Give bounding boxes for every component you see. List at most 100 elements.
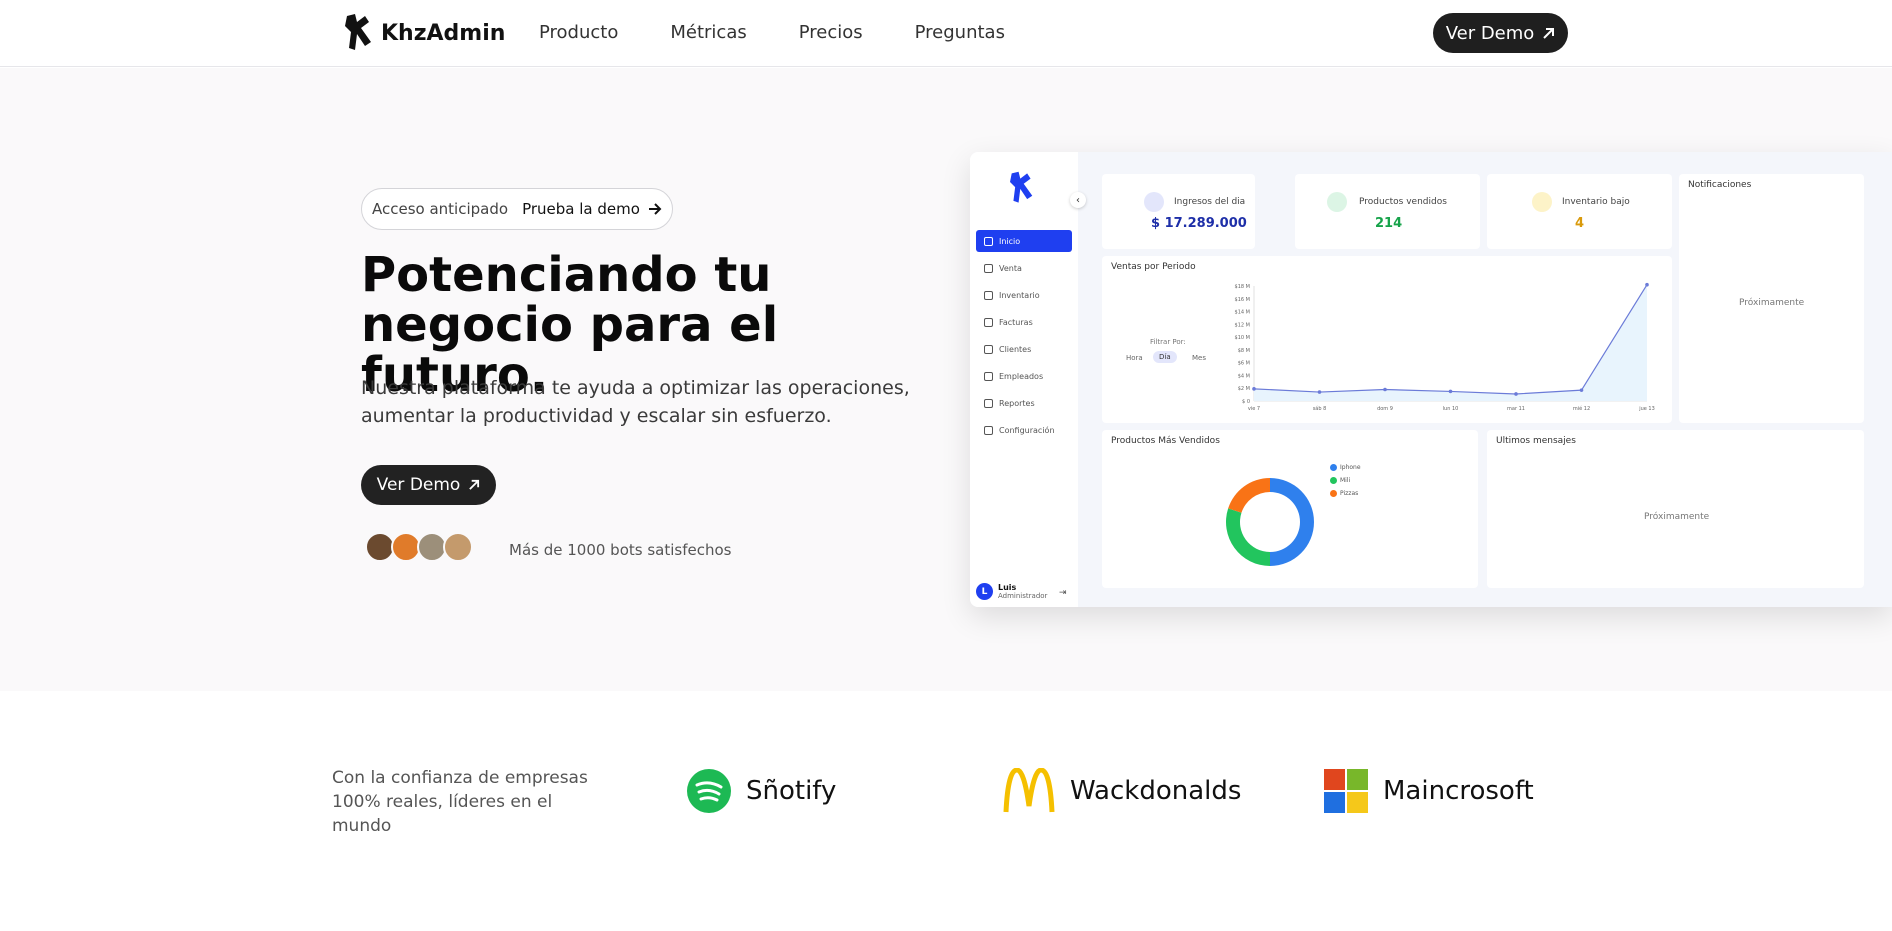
avatar-group bbox=[365, 532, 473, 562]
sidebar-item-label: Clientes bbox=[999, 344, 1032, 354]
nav-link-producto[interactable]: Producto bbox=[539, 22, 618, 43]
data-point bbox=[1645, 282, 1649, 287]
top-products-title: Productos Más Vendidos bbox=[1111, 436, 1220, 446]
donut-slice bbox=[1228, 478, 1270, 513]
box-icon bbox=[984, 290, 993, 300]
brand-name: KhzAdmin bbox=[381, 20, 506, 46]
hero-subtext: Nuestra plataforma te ayuda a optimizar … bbox=[361, 377, 910, 427]
stat-title: Ingresos del dia bbox=[1174, 197, 1246, 207]
headline-line-1: Potenciando tu bbox=[361, 247, 772, 303]
nav-link-metricas[interactable]: Métricas bbox=[670, 22, 746, 43]
brand-logo[interactable]: KhzAdmin bbox=[343, 12, 505, 54]
series-area bbox=[1254, 284, 1647, 401]
messages-card: Ultimos mensajes Próximamente bbox=[1487, 430, 1864, 588]
sales-chart-card: Ventas por Periodo Filtrar Por: Hora Día… bbox=[1102, 256, 1672, 423]
sidebar-item-clientes[interactable]: Clientes bbox=[976, 338, 1072, 360]
y-tick-label: $6 M bbox=[1238, 361, 1250, 367]
brand-snotify: Sñotify bbox=[686, 768, 836, 814]
sidebar-item-facturas[interactable]: Facturas bbox=[976, 311, 1072, 333]
x-tick-label: lun 10 bbox=[1443, 406, 1459, 412]
sidebar-item-venta[interactable]: Venta bbox=[976, 257, 1072, 279]
x-tick-label: jue 13 bbox=[1638, 406, 1655, 412]
data-point bbox=[1317, 390, 1322, 394]
y-tick-label: $8 M bbox=[1238, 348, 1250, 354]
sidebar-item-label: Empleados bbox=[999, 371, 1044, 381]
messages-placeholder: Próximamente bbox=[1644, 512, 1710, 522]
x-tick-label: vie 7 bbox=[1248, 406, 1260, 412]
legend-item: Pizzas bbox=[1330, 490, 1361, 497]
stat-card-inventario: Inventario bajo 4 bbox=[1487, 174, 1672, 249]
sidebar-item-inicio[interactable]: Inicio bbox=[976, 230, 1072, 252]
legend-label: Iphone bbox=[1340, 464, 1361, 471]
sidebar-item-label: Facturas bbox=[999, 317, 1033, 327]
stat-value: 4 bbox=[1575, 216, 1585, 231]
sidebar-item-label: Reportes bbox=[999, 398, 1035, 408]
filter-dia[interactable]: Día bbox=[1153, 351, 1177, 363]
nav-link-preguntas[interactable]: Preguntas bbox=[915, 22, 1005, 43]
gear-icon bbox=[984, 425, 993, 435]
chart-icon bbox=[1327, 192, 1347, 212]
sales-chart-title: Ventas por Periodo bbox=[1111, 262, 1196, 272]
top-nav: KhzAdmin Producto Métricas Precios Pregu… bbox=[0, 0, 1892, 67]
donut-legend: Iphone Mili Pizzas bbox=[1330, 464, 1361, 503]
logo-mark-icon bbox=[345, 14, 371, 50]
dashboard-preview: Inicio Venta Inventario Facturas Cliente… bbox=[970, 152, 1892, 607]
y-tick-label: $12 M bbox=[1235, 322, 1250, 328]
legend-swatch bbox=[1330, 490, 1337, 497]
nav-link-precios[interactable]: Precios bbox=[799, 22, 863, 43]
early-access-pill[interactable]: Acceso anticipado Prueba la demo bbox=[361, 188, 673, 230]
try-demo-link[interactable]: Prueba la demo bbox=[522, 200, 662, 218]
data-point bbox=[1579, 388, 1584, 392]
legend-item: Iphone bbox=[1330, 464, 1361, 471]
collapse-sidebar-icon[interactable]: ‹ bbox=[1070, 192, 1086, 208]
brand-name: Maincrosoft bbox=[1383, 776, 1534, 806]
sidebar-item-reportes[interactable]: Reportes bbox=[976, 392, 1072, 414]
data-point bbox=[1448, 389, 1453, 394]
hero-demo-button[interactable]: Ver Demo bbox=[361, 465, 496, 505]
arrow-up-right-icon bbox=[1543, 27, 1555, 39]
try-demo-label: Prueba la demo bbox=[522, 200, 640, 218]
sidebar-item-label: Inventario bbox=[999, 290, 1040, 300]
trust-line-2: 100% reales, líderes en el mundo bbox=[332, 792, 553, 836]
user-role: Administrador bbox=[998, 592, 1048, 600]
employee-icon bbox=[984, 371, 993, 381]
user-profile[interactable]: L Luis Administrador bbox=[976, 583, 1047, 600]
hero-demo-label: Ver Demo bbox=[376, 475, 461, 495]
legend-swatch bbox=[1330, 477, 1337, 484]
series-line bbox=[1253, 284, 1648, 395]
stat-card-productos: Productos vendidos 214 bbox=[1295, 174, 1480, 249]
trust-text: Con la confianza de empresas 100% reales… bbox=[332, 766, 612, 838]
dashboard-nav: Inicio Venta Inventario Facturas Cliente… bbox=[976, 230, 1072, 446]
stat-value: 214 bbox=[1375, 216, 1403, 231]
nav-links: Producto Métricas Precios Preguntas bbox=[539, 22, 1057, 43]
notifications-card: Notificaciones Próximamente bbox=[1679, 174, 1864, 423]
sidebar-item-inventario[interactable]: Inventario bbox=[976, 284, 1072, 306]
nav-demo-label: Ver Demo bbox=[1445, 22, 1535, 44]
arrow-right-icon bbox=[648, 203, 662, 215]
brand-maincrosoft: Maincrosoft bbox=[1323, 768, 1534, 814]
logout-icon[interactable]: ⇥ bbox=[1059, 588, 1067, 598]
filter-mes[interactable]: Mes bbox=[1192, 354, 1206, 362]
top-products-donut bbox=[1226, 478, 1314, 566]
sidebar-item-empleados[interactable]: Empleados bbox=[976, 365, 1072, 387]
user-avatar: L bbox=[976, 583, 993, 600]
messages-title: Ultimos mensajes bbox=[1496, 436, 1576, 446]
home-icon bbox=[984, 236, 993, 246]
user-name: Luis bbox=[998, 583, 1017, 592]
nav-demo-button[interactable]: Ver Demo bbox=[1433, 13, 1568, 53]
sidebar-item-configuracion[interactable]: Configuración bbox=[976, 419, 1072, 441]
legend-swatch bbox=[1330, 464, 1337, 471]
arrow-up-right-icon bbox=[469, 479, 480, 490]
filter-hora[interactable]: Hora bbox=[1126, 354, 1143, 362]
data-point bbox=[1514, 392, 1518, 396]
social-proof-text: Más de 1000 bots satisfechos bbox=[509, 541, 732, 559]
brand-name: Sñotify bbox=[746, 776, 837, 806]
legend-label: Mili bbox=[1340, 477, 1351, 484]
donut-slice bbox=[1226, 508, 1270, 566]
legend-label: Pizzas bbox=[1340, 490, 1359, 497]
y-tick-label: $ 0 bbox=[1242, 399, 1250, 405]
y-tick-label: $2 M bbox=[1238, 386, 1250, 392]
snotify-logo-icon bbox=[687, 769, 731, 813]
wackdonalds-logo-icon bbox=[1003, 768, 1055, 813]
top-products-card: Productos Más Vendidos Iphone Mili Pizzas bbox=[1102, 430, 1478, 588]
